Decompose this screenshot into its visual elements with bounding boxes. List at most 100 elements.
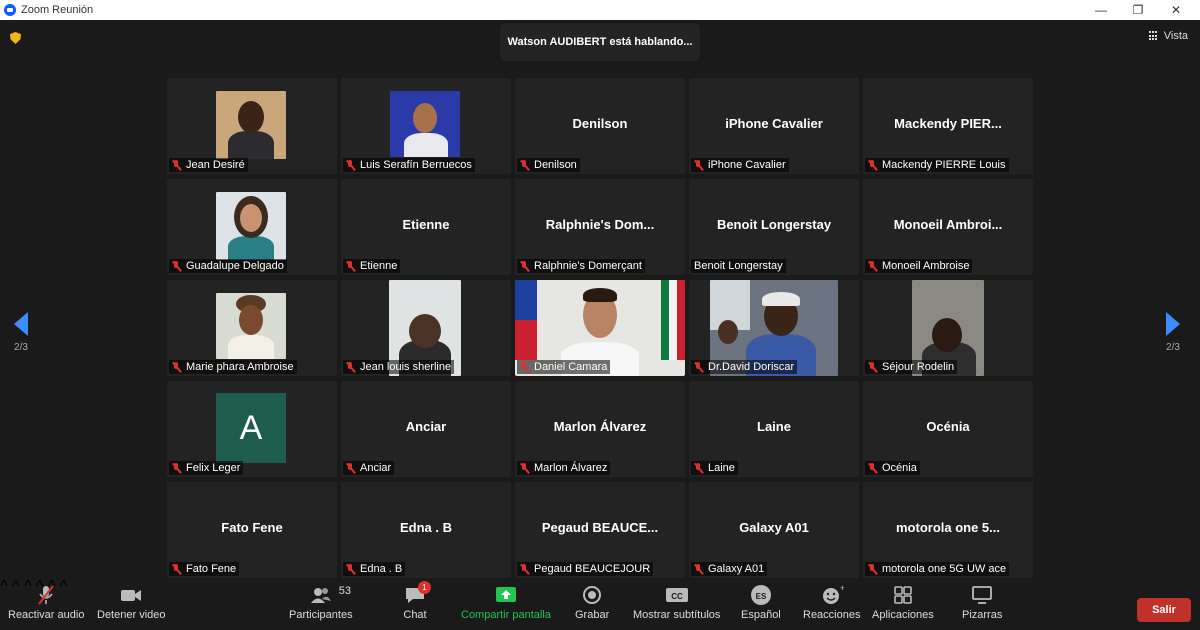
language-icon-text: ES — [756, 592, 767, 601]
participant-tile[interactable]: Séjour Rodelin — [863, 280, 1033, 376]
participant-display-name: Galaxy A01 — [739, 520, 809, 535]
participant-tile[interactable]: iPhone Cavalier iPhone Cavalier — [689, 78, 859, 174]
participant-tile[interactable]: motorola one 5... motorola one 5G UW ace — [863, 482, 1033, 578]
unmute-audio-button[interactable]: Reactivar audio — [8, 584, 84, 621]
whiteboards-label: Pizarras — [962, 609, 1003, 621]
active-speaker-banner: Watson AUDIBERT está hablando... — [500, 23, 700, 61]
participant-video — [216, 293, 286, 359]
participant-display-name: Denilson — [572, 116, 628, 131]
audio-label: Reactivar audio — [8, 609, 85, 621]
share-label: Compartir pantalla — [461, 609, 551, 621]
participant-tile[interactable]: Monoeil Ambroi... Monoeil Ambroise — [863, 179, 1033, 275]
participant-video — [390, 91, 460, 157]
chat-unread-badge: 1 — [418, 581, 431, 594]
title-bar: Zoom Reunión — ❐ ✕ — [0, 0, 1200, 20]
whiteboards-button[interactable]: Pizarras — [962, 584, 1002, 621]
participant-tile[interactable]: Galaxy A01 Galaxy A01 — [689, 482, 859, 578]
participant-name-label: Daniel Camara — [517, 360, 611, 374]
participant-tile[interactable]: Ralphnie's Dom... Ralphnie's Domerçant — [515, 179, 685, 275]
participant-tile[interactable]: Fato Fene Fato Fene — [167, 482, 337, 578]
participant-name-label: Edna . B — [343, 562, 406, 576]
participant-name-label: Guadalupe Delgado — [169, 259, 287, 273]
participant-tile[interactable]: Marlon Álvarez Marlon Álvarez — [515, 381, 685, 477]
participant-display-name: iPhone Cavalier — [725, 116, 823, 131]
mic-muted-icon — [868, 159, 877, 171]
participant-display-name: Fato Fene — [221, 520, 283, 535]
participant-tile[interactable]: Guadalupe Delgado — [167, 179, 337, 275]
apps-icon — [891, 584, 915, 606]
whiteboard-icon — [970, 584, 994, 606]
participant-tile[interactable]: A Felix Leger — [167, 381, 337, 477]
reactions-button[interactable]: + Reacciones — [803, 583, 860, 621]
mic-muted-icon — [346, 159, 355, 171]
chat-bubble-icon: 1 — [403, 581, 431, 606]
mic-muted-icon — [172, 361, 181, 373]
chat-button[interactable]: 1 Chat — [403, 581, 431, 621]
apps-button[interactable]: Aplicaciones — [872, 584, 934, 621]
participant-name-label: Marlon Álvarez — [517, 461, 611, 475]
participant-tile[interactable]: Pegaud BEAUCE... Pegaud BEAUCEJOUR — [515, 482, 685, 578]
participant-tile[interactable]: Anciar Anciar — [341, 381, 511, 477]
smiley-plus-icon: + — [820, 583, 845, 606]
participant-tile[interactable]: Etienne Etienne — [341, 179, 511, 275]
mic-muted-icon — [172, 462, 181, 474]
page-indicator-left: 2/3 — [14, 342, 28, 353]
window-title: Zoom Reunión — [21, 4, 94, 16]
previous-page-button[interactable]: 2/3 — [14, 312, 28, 353]
participant-tile[interactable]: Jean Desiré — [167, 78, 337, 174]
participant-tile[interactable]: Daniel Camara — [515, 280, 685, 376]
show-captions-button[interactable]: CC Mostrar subtítulos — [633, 584, 720, 621]
participant-tile[interactable]: Benoit Longerstay Benoit Longerstay — [689, 179, 859, 275]
record-label: Grabar — [575, 609, 610, 621]
participant-tile[interactable]: Denilson Denilson — [515, 78, 685, 174]
leave-meeting-button[interactable]: Salir — [1137, 598, 1191, 622]
video-label: Detener video — [97, 609, 166, 621]
security-shield-icon[interactable] — [10, 32, 21, 44]
audio-options-caret[interactable]: ^ — [0, 578, 8, 595]
participant-grid: Jean Desiré Luis Serafín Berruecos Denil… — [167, 78, 1033, 578]
participant-name-label: iPhone Cavalier — [691, 158, 789, 172]
participant-tile[interactable]: Mackendy PIER... Mackendy PIERRE Louis — [863, 78, 1033, 174]
participant-display-name: Edna . B — [399, 520, 452, 535]
participant-tile[interactable]: Océnia Océnia — [863, 381, 1033, 477]
participant-tile[interactable]: Edna . B Edna . B — [341, 482, 511, 578]
mic-muted-icon — [172, 563, 181, 575]
view-button[interactable]: Vista — [1148, 30, 1188, 42]
participants-button[interactable]: 53 Participantes — [289, 584, 353, 621]
participant-display-name: Océnia — [926, 419, 970, 434]
language-button[interactable]: ES Español — [741, 584, 781, 621]
participant-name-label: Monoeil Ambroise — [865, 259, 973, 273]
participant-display-name: Marlon Álvarez — [553, 419, 647, 434]
participant-display-name: Ralphnie's Dom... — [545, 217, 655, 232]
participant-tile[interactable]: Marie phara Ambroise — [167, 280, 337, 376]
record-button[interactable]: Grabar — [575, 584, 609, 621]
next-page-button[interactable]: 2/3 — [1166, 312, 1180, 353]
participant-display-name: Benoit Longerstay — [716, 217, 832, 232]
participant-display-name: Etienne — [402, 217, 450, 232]
maximize-button[interactable]: ❐ — [1123, 0, 1153, 20]
stop-video-button[interactable]: Detener video — [97, 584, 166, 621]
minimize-button[interactable]: — — [1086, 0, 1116, 20]
closed-captions-icon: CC — [665, 584, 689, 606]
participant-name-label: Fato Fene — [169, 562, 240, 576]
chat-label: Chat — [403, 609, 427, 621]
share-screen-button[interactable]: Compartir pantalla — [461, 584, 551, 621]
participant-tile[interactable]: Jean louis sherline — [341, 280, 511, 376]
participant-name-label: Benoit Longerstay — [691, 259, 786, 273]
video-camera-icon — [119, 584, 143, 606]
arrow-left-icon — [14, 312, 28, 336]
language-icon: ES — [749, 584, 773, 606]
participant-name-label: Denilson — [517, 158, 580, 172]
participant-name-label: Dr.David Doriscar — [691, 360, 798, 374]
mic-muted-icon — [346, 462, 355, 474]
participant-display-name: Anciar — [405, 419, 447, 434]
participants-count: 53 — [338, 585, 352, 597]
participant-tile[interactable]: Laine Laine — [689, 381, 859, 477]
participant-tile[interactable]: Dr.David Doriscar — [689, 280, 859, 376]
participants-label: Participantes — [289, 609, 353, 621]
close-button[interactable]: ✕ — [1161, 0, 1191, 20]
participant-name-label: motorola one 5G UW ace — [865, 562, 1010, 576]
mic-muted-icon — [520, 462, 529, 474]
zoom-logo-icon — [4, 4, 16, 16]
participant-tile[interactable]: Luis Serafín Berruecos — [341, 78, 511, 174]
